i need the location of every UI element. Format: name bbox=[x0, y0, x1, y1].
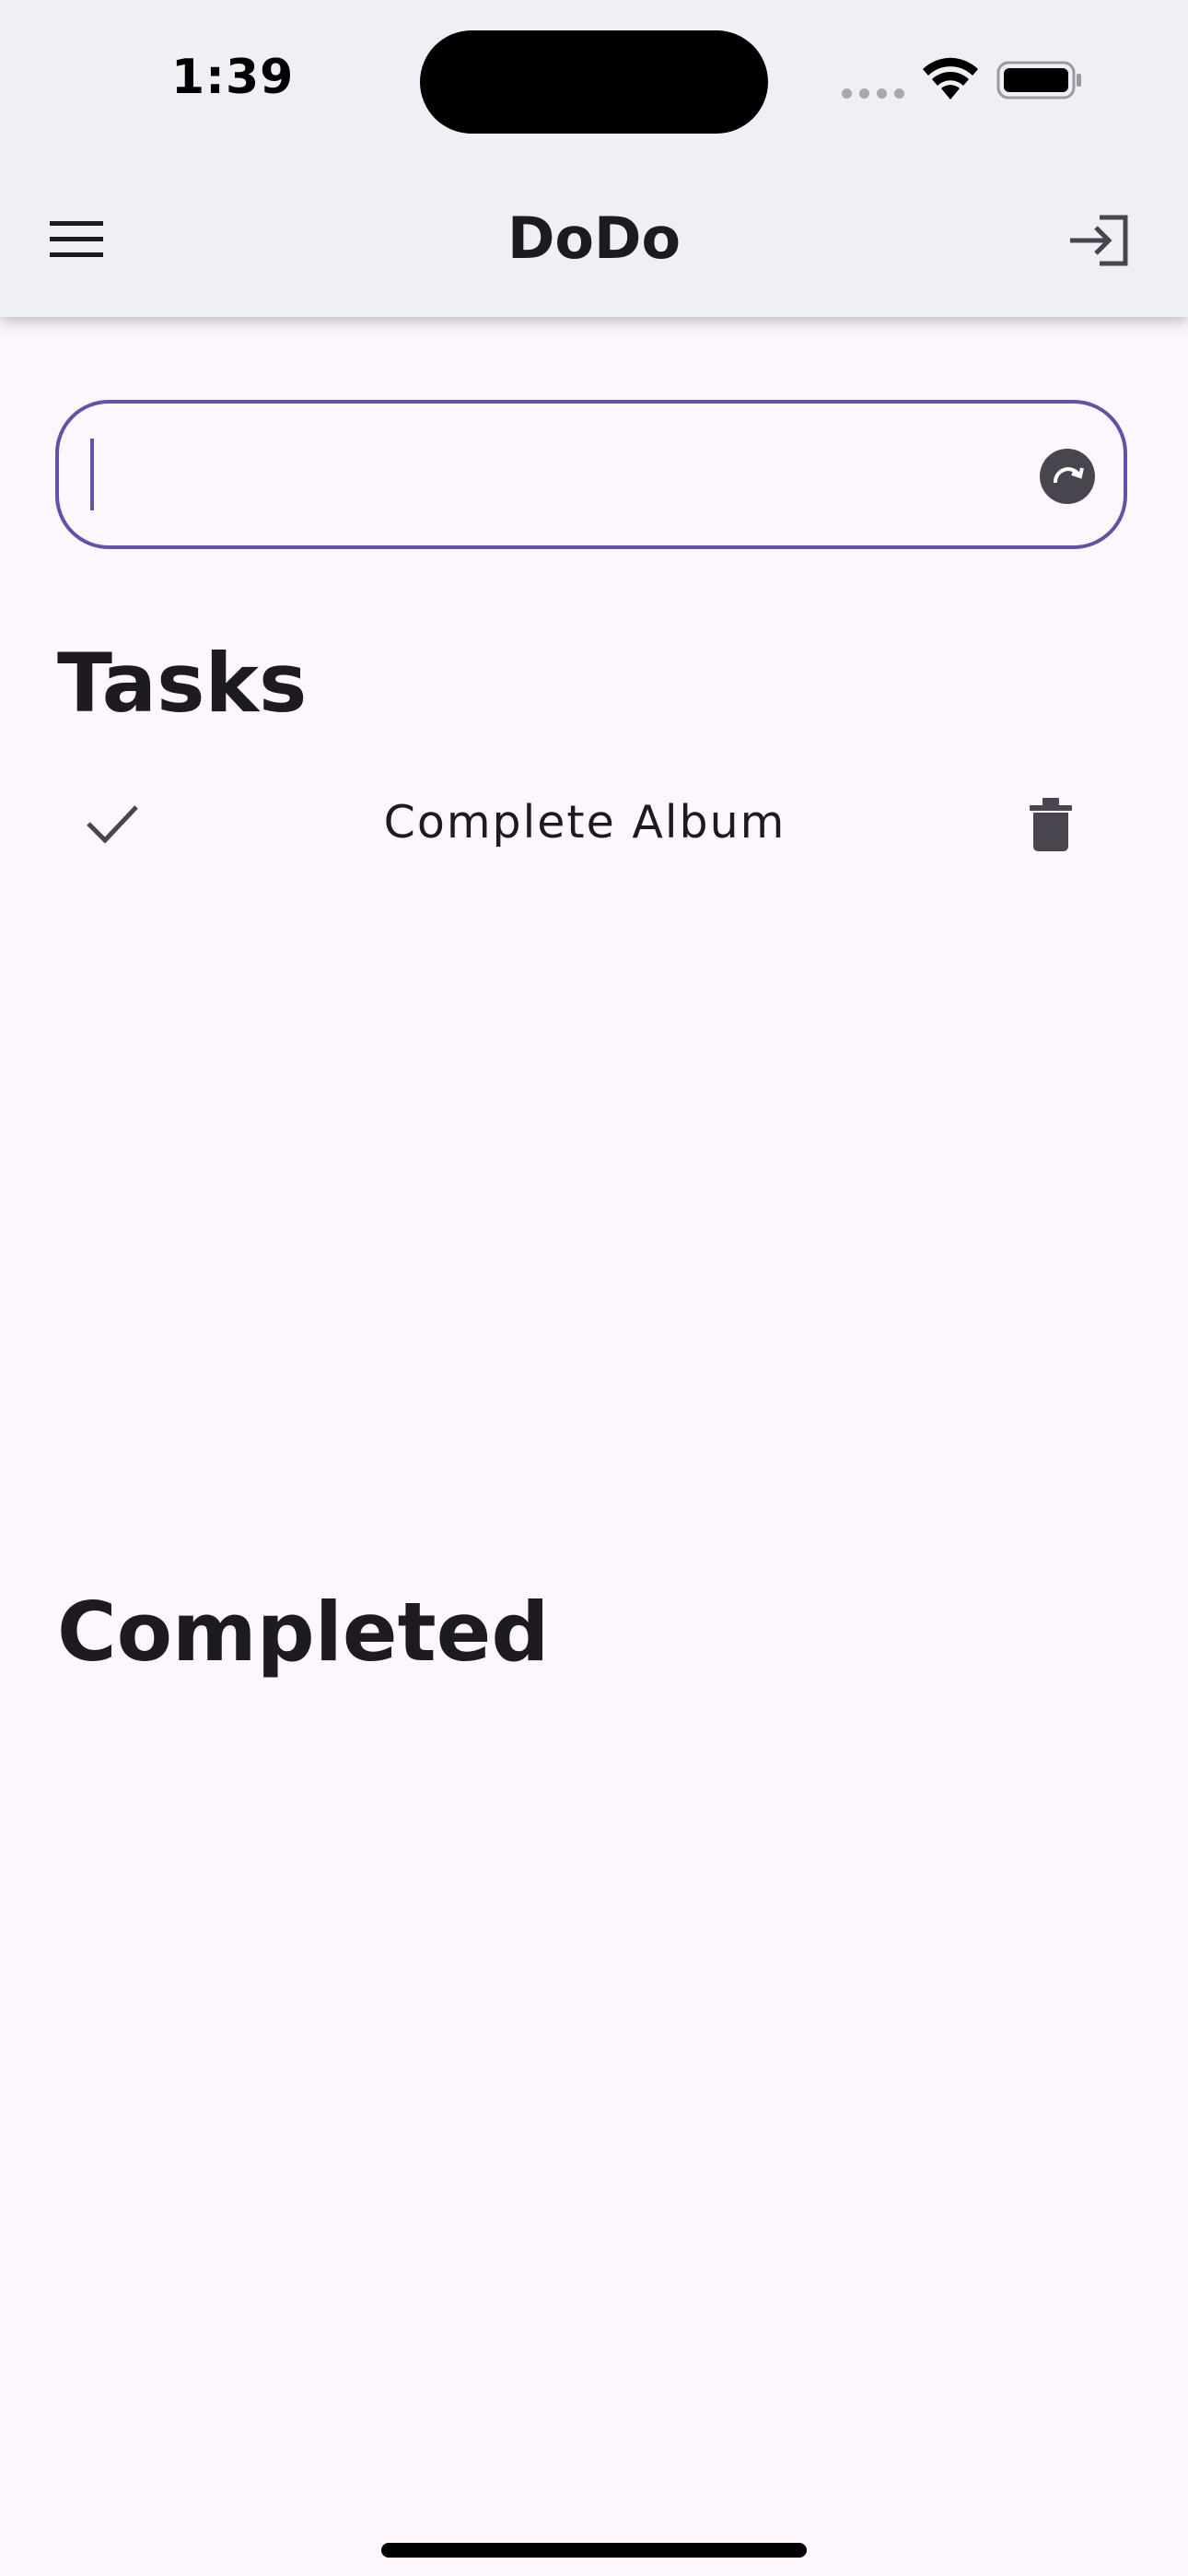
trash-icon[interactable] bbox=[1024, 790, 1077, 853]
status-time: 1:39 bbox=[171, 50, 295, 105]
text-cursor bbox=[90, 439, 94, 510]
login-icon[interactable] bbox=[1066, 214, 1131, 267]
battery-icon bbox=[996, 61, 1081, 100]
cellular-signal-icon bbox=[842, 88, 904, 100]
task-row: Complete Album bbox=[55, 776, 1127, 870]
wifi-icon bbox=[923, 57, 978, 100]
app-title: DoDo bbox=[507, 205, 681, 272]
completed-heading: Completed bbox=[57, 1585, 550, 1680]
home-indicator[interactable] bbox=[381, 2543, 807, 2558]
task-input[interactable] bbox=[105, 431, 1030, 521]
app-bar: 1:39 DoDo bbox=[0, 0, 1188, 317]
task-input-field[interactable] bbox=[55, 400, 1127, 549]
tasks-heading: Tasks bbox=[57, 636, 308, 731]
dynamic-island bbox=[420, 30, 768, 134]
task-label: Complete Album bbox=[383, 796, 786, 849]
submit-arrow-icon[interactable] bbox=[1039, 448, 1096, 505]
